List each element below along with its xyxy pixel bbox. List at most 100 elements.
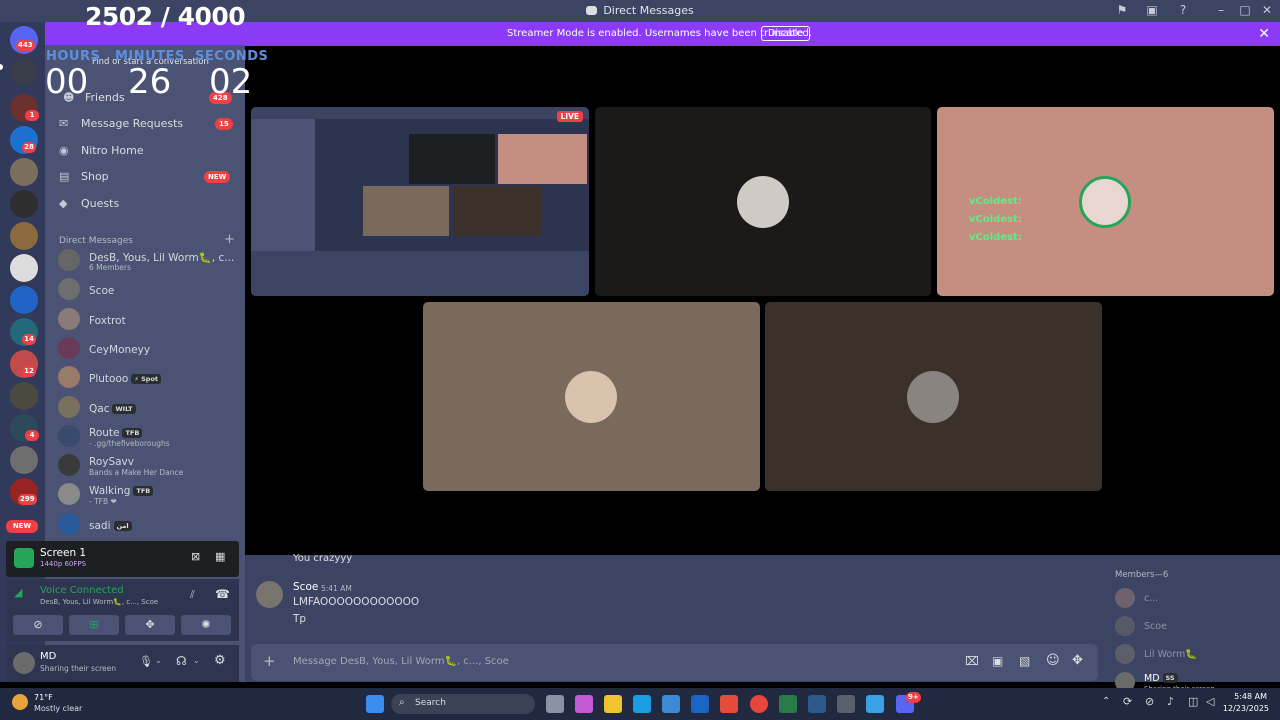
emoji-icon[interactable]: ☺: [1046, 653, 1060, 668]
nav-shop[interactable]: ▤ Shop NEW: [59, 170, 231, 192]
dm-item[interactable]: Route TFB - .gg/thefiveboroughs: [58, 424, 241, 450]
soundboard-button[interactable]: ✺: [181, 615, 231, 635]
member-item[interactable]: c...: [1115, 587, 1275, 611]
nav-nitro[interactable]: ◉ Nitro Home: [59, 144, 231, 166]
dm-item[interactable]: Plutooo ⚡ Spot: [58, 365, 241, 391]
server-badge: 12: [22, 366, 36, 377]
maximize-icon[interactable]: □: [1237, 3, 1253, 19]
dm-item[interactable]: Scoe: [58, 277, 241, 303]
add-attachment-icon[interactable]: +: [263, 652, 276, 670]
server-icon[interactable]: [10, 382, 38, 410]
dm-item[interactable]: Qac WILT: [58, 395, 241, 421]
user-panel: MD Sharing their screen 🎙 ⌄ ☊ ⌄ ⚙: [6, 645, 239, 682]
clock-time[interactable]: 5:48 AM: [1223, 692, 1267, 701]
mail-icon: ✉: [59, 117, 69, 130]
apps-icon[interactable]: ✥: [1072, 653, 1083, 668]
steam-icon[interactable]: [808, 695, 826, 713]
chat-overlay-line: vColdest:: [969, 214, 1022, 225]
create-dm-icon[interactable]: +: [224, 232, 235, 247]
sticker-icon[interactable]: ▧: [1019, 654, 1030, 668]
dm-item[interactable]: Foxtrot: [58, 307, 241, 333]
preview-tile: [317, 134, 407, 184]
chevron-up-icon[interactable]: ⌃: [1102, 696, 1110, 707]
nav-quests[interactable]: ◆ Quests: [59, 197, 231, 219]
headphones-icon[interactable]: ☊: [176, 654, 187, 668]
dm-item[interactable]: DesB, Yous, Lil Worm🐛, c... 6 Members: [58, 248, 241, 274]
stop-stream-icon[interactable]: ⊠: [191, 550, 200, 563]
message-input[interactable]: Message DesB, Yous, Lil Worm🐛, c..., Sco…: [293, 656, 509, 667]
app-icon[interactable]: [720, 695, 738, 713]
activities-button[interactable]: ✥: [125, 615, 175, 635]
member-name-text: c...: [1144, 593, 1159, 604]
screen-share-tile[interactable]: LIVE: [251, 107, 589, 296]
dm-subtitle: 6 Members: [89, 263, 131, 272]
help-icon[interactable]: ?: [1175, 3, 1191, 19]
sync-icon[interactable]: ⟳: [1123, 695, 1132, 708]
server-icon[interactable]: [10, 222, 38, 250]
noise-suppression-icon[interactable]: ⫽: [190, 588, 195, 602]
notepad-icon[interactable]: [866, 695, 884, 713]
volume-icon[interactable]: ◁: [1206, 695, 1214, 708]
task-view-icon[interactable]: [546, 695, 564, 713]
clock-date[interactable]: 12/23/2025: [1217, 704, 1269, 713]
disable-button[interactable]: Disable: [761, 26, 811, 41]
preview-tile: [409, 134, 495, 184]
disconnect-icon[interactable]: ☎: [215, 587, 230, 601]
store-icon[interactable]: [662, 695, 680, 713]
gif-icon[interactable]: ▣: [992, 654, 1003, 668]
camera-off-button[interactable]: ⊘: [13, 615, 63, 635]
chevron-down-icon[interactable]: ⌄: [155, 656, 162, 665]
server-icon[interactable]: [10, 158, 38, 186]
screen-share-button[interactable]: ⊞: [69, 615, 119, 635]
edge-icon[interactable]: [633, 695, 651, 713]
start-icon[interactable]: [366, 695, 384, 713]
server-icon[interactable]: [10, 254, 38, 282]
app-icon[interactable]: [837, 695, 855, 713]
server-icon[interactable]: [10, 446, 38, 474]
xbox-icon[interactable]: [779, 695, 797, 713]
avatar[interactable]: [256, 581, 283, 608]
copilot-icon[interactable]: [575, 695, 593, 713]
minimize-icon[interactable]: –: [1213, 3, 1229, 19]
server-icon[interactable]: [10, 58, 38, 86]
dm-item[interactable]: CeyMoneyy: [58, 336, 241, 362]
chevron-down-icon[interactable]: ⌄: [193, 656, 200, 665]
close-banner-icon[interactable]: ✕: [1258, 26, 1270, 42]
message-author[interactable]: Scoe: [293, 581, 318, 593]
server-icon[interactable]: [10, 286, 38, 314]
member-item[interactable]: Scoe: [1115, 615, 1275, 639]
message-composer[interactable]: + Message DesB, Yous, Lil Worm🐛, c..., S…: [251, 644, 1098, 681]
screen-share-icon[interactable]: ▣: [1144, 3, 1160, 19]
weather-icon[interactable]: [12, 694, 28, 710]
dm-item[interactable]: Walking TFB - TFB ❤: [58, 482, 241, 508]
member-item[interactable]: Lil Worm🐛: [1115, 643, 1275, 667]
avatar: [565, 371, 617, 423]
message-requests-badge: 15: [215, 118, 233, 130]
dm-name: Plutooo ⚡ Spot: [89, 373, 162, 385]
stream-settings-icon[interactable]: ▦: [215, 550, 225, 563]
outlook-icon[interactable]: [691, 695, 709, 713]
microphone-icon[interactable]: ♪: [1167, 695, 1174, 708]
taskbar-search[interactable]: ⌕ Search: [391, 694, 535, 714]
nav-message-requests[interactable]: ✉ Message Requests 15: [59, 117, 233, 139]
voice-channel[interactable]: DesB, Yous, Lil Worm🐛, c..., Scoe: [40, 598, 158, 606]
microphone-icon[interactable]: 🎙: [139, 655, 153, 668]
gift-icon[interactable]: ⌧: [965, 654, 979, 668]
dm-item[interactable]: sadi امن: [58, 512, 241, 538]
video-tile[interactable]: [423, 302, 760, 491]
chrome-icon[interactable]: [750, 695, 768, 713]
close-window-icon[interactable]: ✕: [1259, 3, 1275, 19]
video-tile[interactable]: vColdest: vColdest: vColdest:: [937, 107, 1274, 296]
search-label: Search: [415, 698, 446, 708]
video-tile[interactable]: [595, 107, 931, 296]
avatar[interactable]: [13, 652, 35, 674]
server-icon[interactable]: [10, 190, 38, 218]
network-icon[interactable]: ⊘: [1145, 695, 1154, 708]
video-tile[interactable]: [765, 302, 1102, 491]
dm-name-text: RoySavv: [89, 456, 134, 469]
gear-icon[interactable]: ⚙: [214, 653, 226, 668]
wifi-icon[interactable]: ◫: [1188, 695, 1198, 708]
inbox-icon[interactable]: ⚑: [1114, 3, 1130, 19]
dm-item[interactable]: RoySavv Bands a Make Her Dance: [58, 453, 241, 479]
file-explorer-icon[interactable]: [604, 695, 622, 713]
